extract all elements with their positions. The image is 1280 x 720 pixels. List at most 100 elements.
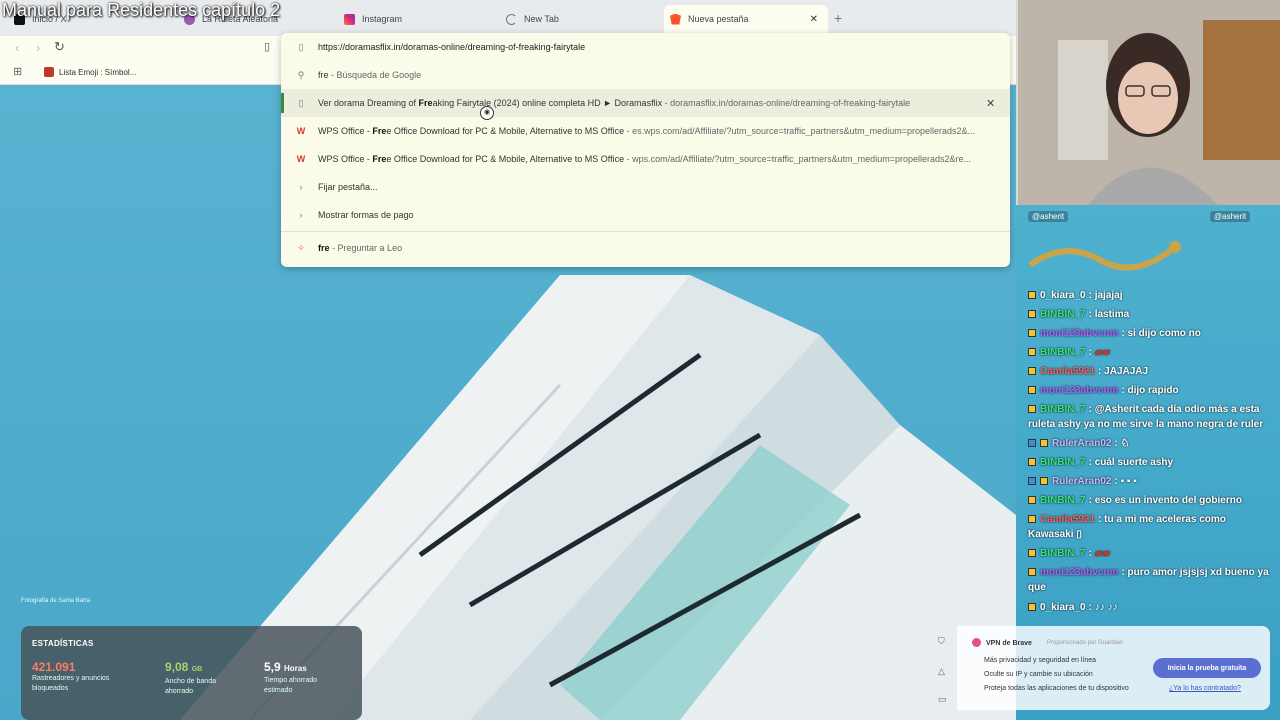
suggestion-title-post: aking Fairytale (2024) online completa H… — [432, 98, 663, 108]
chat-user: BINBIN_7 — [1040, 457, 1086, 468]
chat-message: BINBIN_7: cuál suerte ashy — [1028, 455, 1273, 470]
chat-user: BINBIN_7 — [1040, 548, 1086, 559]
wps-logo-icon: W — [296, 126, 306, 136]
handle-right: @asherit — [1210, 211, 1251, 222]
tab-new-tab[interactable]: New Tab — [500, 5, 660, 33]
handle-text: @asherit — [1214, 212, 1247, 221]
chat-message: moni123abvcnm: dijo rapido — [1028, 383, 1273, 398]
vpn-feature: Oculte su IP y cambie su ubicación — [984, 671, 1093, 678]
chat-user: Camila5921 — [1040, 514, 1096, 525]
chat-message: 0_kiara_0: jajajaj — [1028, 288, 1273, 303]
divider — [281, 231, 1010, 232]
photo-credit[interactable]: Fotografía de Sama Barta — [21, 598, 90, 604]
handle-left: @asherit — [1028, 211, 1069, 222]
chat-message: Camila5921: JAJAJAJ — [1028, 364, 1273, 379]
chat-user: 0_kiara_0 — [1040, 602, 1086, 613]
chat-user: moni123abvcnm — [1040, 567, 1119, 578]
suggestion-title-pre: Ver dorama Dreaming of — [318, 98, 419, 108]
suggestion-search[interactable]: ⚲ fre - Búsqueda de Google — [281, 61, 1010, 89]
suggestion-doramasflix[interactable]: ▯ Ver dorama Dreaming of Freaking Fairyt… — [281, 89, 1010, 117]
start-trial-button[interactable]: Inicia la prueba gratuita — [1153, 658, 1261, 678]
stat-label: ahorrado — [165, 688, 194, 695]
warning-icon[interactable]: △ — [938, 666, 945, 677]
sub-badge-icon — [1028, 549, 1036, 557]
mod-badge-icon — [1028, 439, 1036, 447]
time-value: 5,9 — [264, 660, 281, 674]
bookmark-page-icon[interactable]: ▯ — [264, 40, 270, 53]
close-tab-icon[interactable]: ✕ — [810, 14, 818, 25]
chat-emote: ♪♪ ♪♪ — [1094, 602, 1118, 613]
shield-icon[interactable]: ⛉ — [938, 636, 945, 647]
stat-label: estimado — [264, 687, 293, 694]
instagram-icon — [344, 13, 355, 25]
remove-suggestion-icon[interactable]: ✕ — [986, 97, 995, 110]
back-arrow-icon[interactable]: ‹ — [15, 40, 19, 55]
stat-label: Tiempo ahorrado — [264, 677, 318, 684]
message-icon[interactable]: ▭ — [938, 694, 947, 705]
tab-nueva-pestana[interactable]: Nueva pestaña ✕ — [664, 5, 828, 33]
sub-badge-icon — [1028, 291, 1036, 299]
suggestion-wps-es[interactable]: W WPS Office - Free Office Download for … — [281, 117, 1010, 145]
bookmark-outline-icon: ▯ — [298, 41, 304, 52]
action-pin-tab[interactable]: › Fijar pestaña... — [281, 173, 1010, 201]
chat-text: dijo rapido — [1127, 385, 1179, 396]
chat-text: lastima — [1094, 309, 1130, 320]
suggestion-title-pre: WPS Office - — [318, 126, 373, 136]
chevron-right-icon: › — [299, 182, 303, 192]
tab-label: Instagram — [362, 14, 403, 24]
suggestion-wps[interactable]: W WPS Office - Free Office Download for … — [281, 145, 1010, 173]
stat-bandwidth: 9,08 GB Ancho de banda ahorrado — [165, 661, 216, 697]
chat-message: RulerAran02: ♘ — [1028, 436, 1273, 451]
action-payment-methods[interactable]: › Mostrar formas de pago — [281, 201, 1010, 229]
suggestion-url: - doramasflix.in/doramas-online/dreaming… — [664, 98, 911, 108]
stat-label: bloqueados — [32, 685, 69, 692]
webcam-feed — [1016, 0, 1280, 205]
tab-label: New Tab — [524, 14, 559, 24]
brave-vpn-widget: ⛉ △ ▭ VPN de Brave Proporcionado por Gua… — [929, 626, 1270, 710]
search-query: fre — [318, 70, 329, 80]
suggestion-match: Fre — [372, 126, 387, 136]
tab-instagram[interactable]: Instagram — [338, 5, 498, 33]
reload-icon[interactable]: ↻ — [54, 39, 65, 55]
vpn-feature: Proteja todas las aplicaciones de tu dis… — [984, 685, 1129, 692]
dragon-decoration-icon — [1028, 241, 1181, 271]
apps-grid-icon[interactable]: ⊞ — [13, 65, 22, 78]
chat-user: Camila5921 — [1040, 366, 1096, 377]
sub-badge-icon — [1028, 367, 1036, 375]
suggestion-title-post: e Office Download for PC & Mobile, Alter… — [386, 126, 625, 136]
chat-user: RulerAran02 — [1052, 438, 1112, 449]
chat-user: 0_kiara_0 — [1040, 290, 1086, 301]
chat-emote: ▪ ▪ ▪ — [1120, 476, 1137, 487]
leo-query: fre — [318, 243, 330, 253]
chat-message: Camila5921: tu a mi me aceleras como Kaw… — [1028, 514, 1226, 540]
address-input[interactable]: https://doramasflix.in/doramas-online/dr… — [318, 42, 585, 52]
sub-badge-icon — [1028, 329, 1036, 337]
sub-badge-icon — [1028, 603, 1036, 611]
chat-message: BINBIN_7: lastima — [1028, 307, 1273, 322]
sub-badge-icon — [1028, 405, 1036, 413]
bookmark-outline-icon: ▯ — [298, 97, 304, 108]
stat-time: 5,9 Horas Tiempo ahorrado estimado — [264, 660, 318, 696]
sub-badge-icon — [1028, 568, 1036, 576]
stat-label: Rastreadores y anuncios — [32, 675, 110, 682]
forward-arrow-icon[interactable]: › — [36, 40, 40, 55]
selection-indicator — [281, 93, 284, 113]
chat-emote: ▰▰ — [1094, 347, 1111, 358]
bandwidth-unit: GB — [191, 666, 203, 673]
stat-trackers: 421.091 Rastreadores y anuncios bloquead… — [32, 661, 110, 694]
chat-message: BINBIN_7: ▰▰ — [1028, 345, 1273, 360]
bookmark-lista-emoji[interactable]: Lista Emoji : Símbol... — [44, 67, 136, 77]
omnibox-input-row[interactable]: ▯ https://doramasflix.in/doramas-online/… — [281, 33, 1010, 61]
chat-emote: ▰▰ — [1094, 548, 1111, 559]
already-purchased-link[interactable]: ¿Ya lo has contratado? — [1169, 685, 1241, 692]
action-label: Fijar pestaña... — [318, 182, 378, 192]
omnibox-dropdown: ▯ https://doramasflix.in/doramas-online/… — [281, 33, 1010, 267]
vpn-sponsor: Proporcionado por Guardian — [1047, 640, 1123, 646]
stats-title: ESTADÍSTICAS — [32, 639, 94, 648]
chevron-right-icon: › — [299, 210, 303, 220]
chat-text: cuál suerte ashy — [1094, 457, 1174, 468]
stat-label: Ancho de banda — [165, 678, 216, 685]
stream-overlay-title: Manual para Residentes capítulo 2 — [2, 0, 281, 20]
new-tab-plus-icon[interactable]: + — [834, 10, 842, 26]
suggestion-ask-leo[interactable]: ✧ fre - Preguntar a Leo — [281, 234, 1010, 262]
